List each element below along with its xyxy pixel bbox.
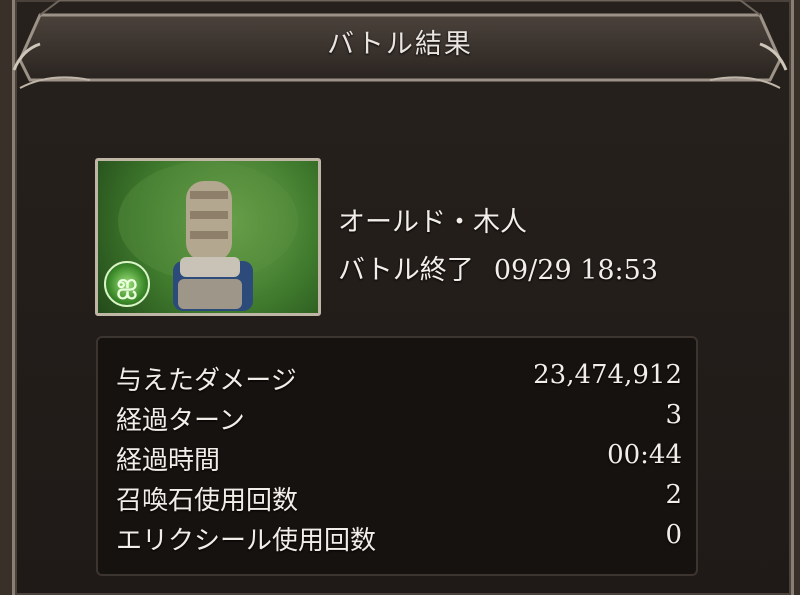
stat-label: 経過ターン	[116, 406, 245, 436]
stat-label: エリクシール使用回数	[116, 526, 377, 556]
stat-row-damage: 与えたダメージ 23,474,912	[116, 360, 682, 398]
stat-row-time: 経過時間 00:44	[116, 440, 682, 478]
battle-end-timestamp: 09/29 18:53	[493, 255, 659, 286]
stat-label: 召喚石使用回数	[116, 486, 299, 516]
page-title: バトル結果	[327, 29, 473, 60]
stat-row-elixir-uses: エリクシール使用回数 0	[116, 520, 682, 558]
stat-row-summon-uses: 召喚石使用回数 2	[116, 480, 682, 518]
stat-value: 00:44	[607, 440, 682, 470]
stat-value: 23,474,912	[533, 360, 682, 390]
enemy-portrait: ஐ	[95, 158, 321, 316]
enemy-name: オールド・木人	[338, 207, 527, 238]
wind-element-icon: ஐ	[104, 261, 150, 307]
stat-label: 与えたダメージ	[116, 366, 297, 396]
stats-box: 与えたダメージ 23,474,912 経過ターン 3 経過時間 00:44 召喚…	[96, 336, 698, 576]
title-bar: バトル結果	[0, 0, 800, 92]
stat-label: 経過時間	[116, 446, 221, 476]
stat-value: 3	[665, 400, 682, 430]
battle-end-line: バトル終了 09/29 18:53	[338, 248, 658, 287]
stat-value: 0	[665, 520, 682, 550]
battle-end-label: バトル終了	[338, 255, 474, 286]
stat-row-turns: 経過ターン 3	[116, 400, 682, 438]
stat-value: 2	[665, 480, 682, 510]
